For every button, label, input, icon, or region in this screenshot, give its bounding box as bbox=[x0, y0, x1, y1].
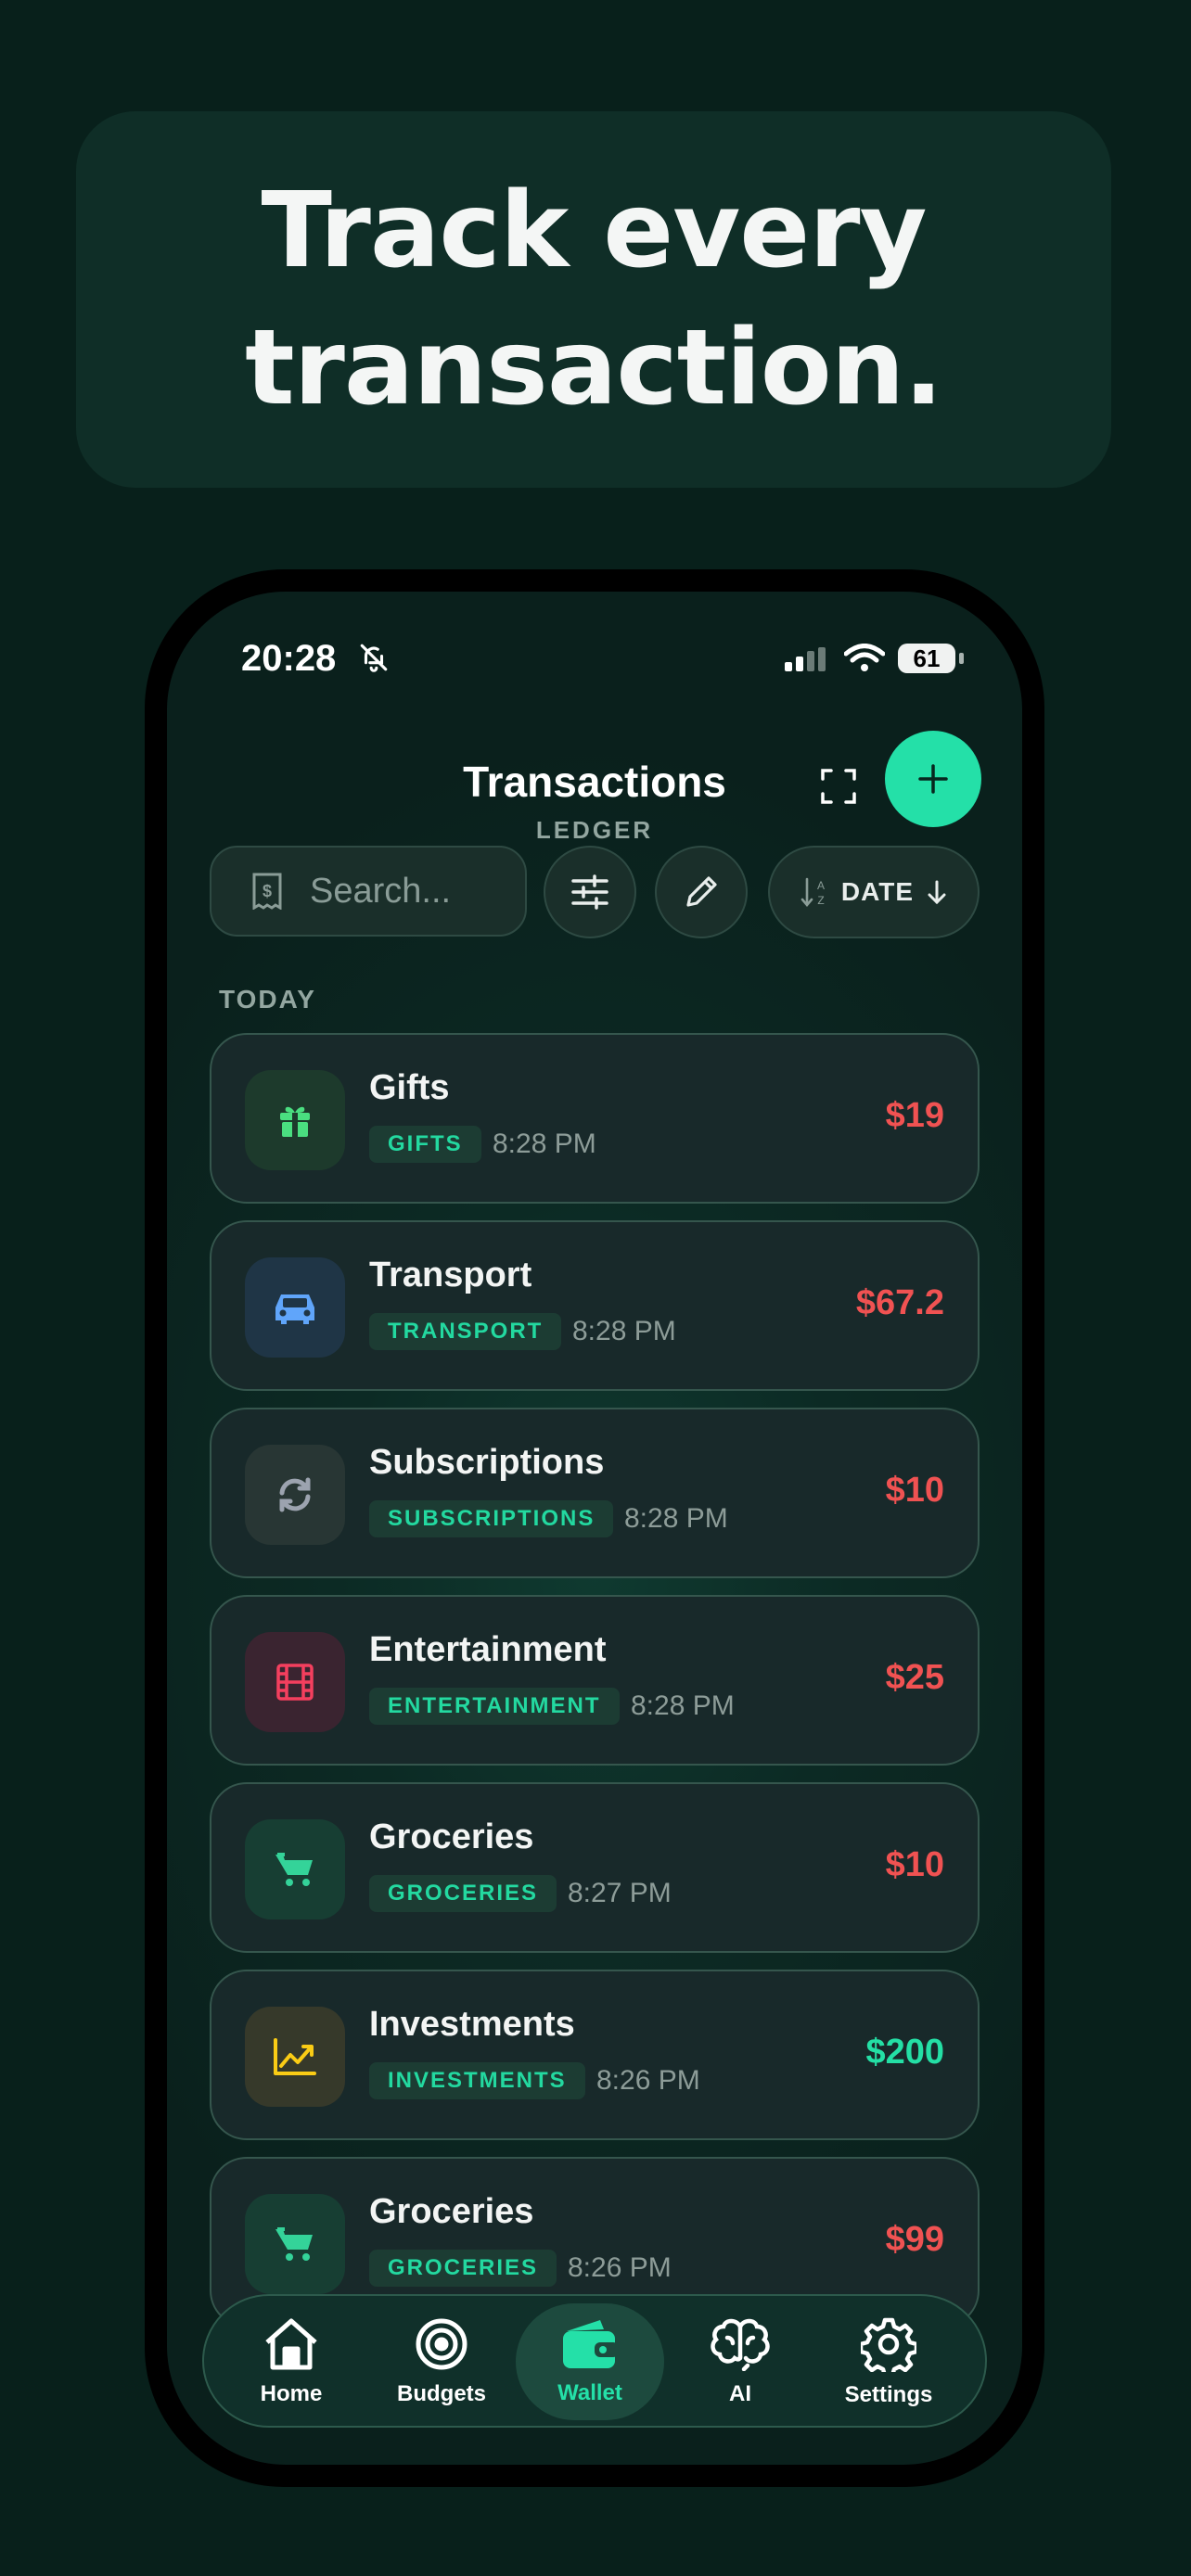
tab-label: AI bbox=[729, 2380, 751, 2406]
transaction-row[interactable]: Subscriptions SUBSCRIPTIONS 8:28 PM $10 bbox=[210, 1408, 980, 1578]
brain-icon bbox=[709, 2317, 772, 2376]
tab-label: Home bbox=[260, 2380, 323, 2406]
tab-label: Settings bbox=[844, 2381, 933, 2407]
add-transaction-button[interactable] bbox=[885, 731, 981, 827]
cart-icon bbox=[245, 2194, 345, 2294]
category-tag: TRANSPORT bbox=[369, 1313, 562, 1350]
car-icon bbox=[245, 1257, 345, 1358]
refresh-icon bbox=[245, 1445, 345, 1545]
transaction-name: Investments bbox=[369, 2005, 575, 2044]
transaction-amount: $67.2 bbox=[855, 1283, 944, 1322]
transaction-time: 8:27 PM bbox=[568, 1878, 672, 1908]
hero-line-2: transaction. bbox=[245, 308, 943, 428]
category-tag: GROCERIES bbox=[369, 2250, 557, 2287]
transaction-row[interactable]: Investments INVESTMENTS 8:26 PM $200 bbox=[210, 1970, 980, 2140]
svg-text:$: $ bbox=[263, 882, 272, 900]
transaction-name: Entertainment bbox=[369, 1630, 607, 1669]
page-subtitle: LEDGER bbox=[535, 816, 654, 844]
sort-button[interactable]: A Z DATE bbox=[768, 846, 980, 938]
tab-wallet[interactable]: Wallet bbox=[516, 2303, 664, 2420]
category-tag: GIFTS bbox=[369, 1126, 481, 1163]
transaction-amount: $200 bbox=[865, 2033, 944, 2072]
status-bar: 20:28 61 bbox=[167, 592, 1022, 694]
tab-settings[interactable]: Settings bbox=[814, 2303, 963, 2420]
transaction-time: 8:28 PM bbox=[572, 1316, 676, 1346]
transaction-row[interactable]: Transport TRANSPORT 8:28 PM $67.2 bbox=[210, 1220, 980, 1391]
tab-home[interactable]: Home bbox=[217, 2303, 365, 2420]
arrow-down-icon bbox=[928, 880, 946, 905]
transaction-amount: $25 bbox=[885, 1658, 944, 1697]
transaction-time: 8:28 PM bbox=[493, 1129, 596, 1159]
gear-icon bbox=[858, 2316, 919, 2378]
chart-up-icon bbox=[245, 2007, 345, 2107]
phone-screen: 20:28 61 Transactions LEDGER $ Search...… bbox=[167, 592, 1022, 2465]
tab-bar: Home Budgets Wallet AI Settings bbox=[202, 2294, 987, 2428]
transaction-row[interactable]: Groceries GROCERIES 8:27 PM $10 bbox=[210, 1782, 980, 1953]
transaction-time: 8:26 PM bbox=[568, 2252, 672, 2283]
svg-text:Z: Z bbox=[817, 894, 824, 907]
search-input[interactable]: $ Search... bbox=[210, 846, 527, 937]
section-heading-today: TODAY bbox=[219, 985, 316, 1014]
transaction-amount: $10 bbox=[885, 1471, 944, 1510]
transaction-time: 8:28 PM bbox=[624, 1503, 728, 1534]
tab-label: Wallet bbox=[557, 2379, 622, 2405]
sliders-icon bbox=[571, 874, 608, 910]
home-icon bbox=[263, 2317, 320, 2376]
hero-banner: Track every transaction. bbox=[76, 111, 1111, 488]
signal-icon bbox=[785, 647, 829, 676]
tab-label: Budgets bbox=[397, 2380, 486, 2406]
battery-tip bbox=[959, 653, 964, 664]
status-time: 20:28 bbox=[241, 638, 337, 679]
target-icon bbox=[415, 2317, 468, 2376]
transaction-list[interactable]: Gifts GIFTS 8:28 PM $19 Transport TRANSP… bbox=[210, 1033, 980, 2331]
transaction-amount: $19 bbox=[885, 1096, 944, 1135]
transaction-name: Groceries bbox=[369, 2192, 534, 2231]
scan-icon bbox=[821, 769, 856, 804]
edit-button[interactable] bbox=[655, 846, 748, 938]
cart-icon bbox=[245, 1819, 345, 1919]
battery-level: 61 bbox=[898, 644, 955, 673]
wallet-icon bbox=[559, 2318, 621, 2375]
film-icon bbox=[245, 1632, 345, 1732]
category-tag: INVESTMENTS bbox=[369, 2062, 585, 2099]
wifi-icon bbox=[843, 644, 886, 678]
category-tag: SUBSCRIPTIONS bbox=[369, 1500, 614, 1537]
transaction-amount: $10 bbox=[885, 1845, 944, 1884]
phone-frame: 20:28 61 Transactions LEDGER $ Search...… bbox=[145, 569, 1044, 2487]
scan-button[interactable] bbox=[809, 757, 868, 816]
hero-line-1: Track every bbox=[261, 171, 928, 291]
transaction-row[interactable]: Entertainment ENTERTAINMENT 8:28 PM $25 bbox=[210, 1595, 980, 1766]
category-tag: ENTERTAINMENT bbox=[369, 1688, 620, 1725]
receipt-icon: $ bbox=[252, 873, 282, 910]
gift-icon bbox=[245, 1070, 345, 1170]
plus-icon bbox=[918, 764, 948, 794]
transaction-amount: $99 bbox=[885, 2220, 944, 2259]
sort-label: DATE bbox=[840, 877, 915, 906]
transaction-name: Groceries bbox=[369, 1817, 534, 1856]
search-placeholder: Search... bbox=[310, 871, 452, 911]
sort-az-icon: A Z bbox=[800, 877, 825, 908]
bell-muted-icon bbox=[358, 642, 390, 678]
transaction-name: Transport bbox=[369, 1256, 532, 1294]
transaction-row[interactable]: Gifts GIFTS 8:28 PM $19 bbox=[210, 1033, 980, 1204]
svg-text:A: A bbox=[817, 879, 825, 892]
transaction-time: 8:26 PM bbox=[596, 2065, 700, 2096]
filter-button[interactable] bbox=[544, 846, 636, 938]
transaction-time: 8:28 PM bbox=[631, 1690, 735, 1721]
transaction-name: Subscriptions bbox=[369, 1443, 605, 1482]
tab-budgets[interactable]: Budgets bbox=[367, 2303, 516, 2420]
category-tag: GROCERIES bbox=[369, 1875, 557, 1912]
tab-ai[interactable]: AI bbox=[666, 2303, 814, 2420]
pencil-icon bbox=[686, 876, 717, 907]
transaction-name: Gifts bbox=[369, 1068, 450, 1107]
